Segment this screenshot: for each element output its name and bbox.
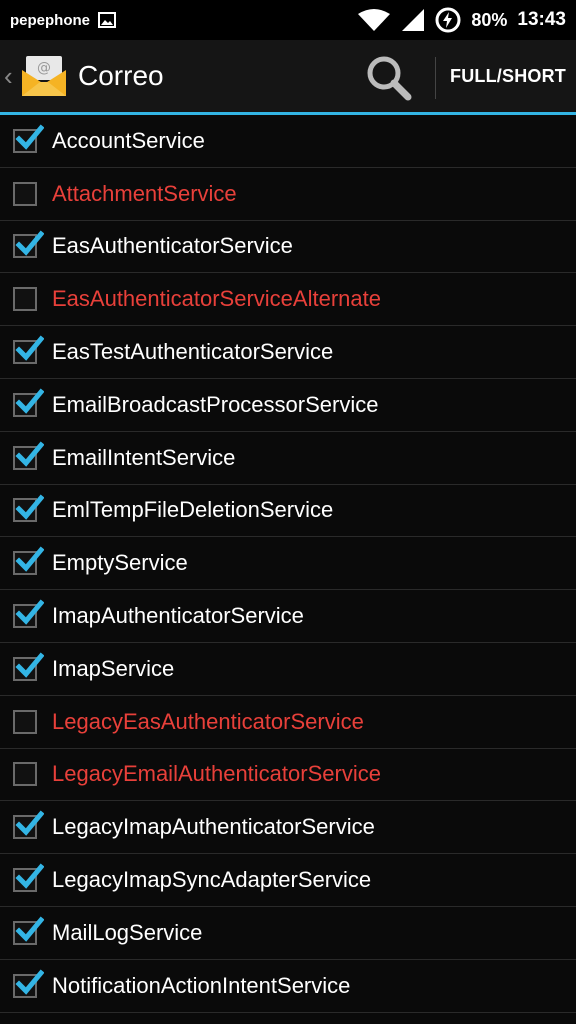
status-bar: pepephone 80% 13:43 [0, 0, 576, 40]
status-right: 80% 13:43 [357, 7, 566, 33]
mail-app-icon[interactable]: @ [20, 54, 68, 98]
service-name: ImapService [52, 655, 175, 681]
service-checkbox[interactable] [13, 762, 37, 787]
list-item[interactable]: NotificationActionIntentService [0, 960, 576, 1013]
full-short-toggle-button[interactable]: FULL/SHORT [450, 66, 566, 87]
service-name: EmailBroadcastProcessorService [52, 391, 379, 417]
service-name: EmptyService [52, 550, 188, 576]
checkmark-icon [15, 546, 44, 573]
service-name: ImapAuthenticatorService [52, 603, 304, 629]
search-icon[interactable] [364, 54, 414, 102]
clock: 13:43 [517, 9, 566, 30]
checkmark-icon [15, 335, 44, 361]
list-item[interactable]: LegacyImapSyncAdapterService [0, 854, 576, 907]
service-name: LegacyImapSyncAdapterService [52, 867, 372, 893]
checkmark-icon [15, 599, 44, 625]
service-name: MailLogService [52, 919, 203, 945]
carrier-name: pepephone [10, 11, 91, 29]
image-notification-icon [98, 12, 117, 28]
signal-icon [402, 9, 425, 31]
list-item[interactable]: EasTestAuthenticatorService [0, 326, 576, 379]
list-item[interactable]: AccountService [0, 115, 576, 168]
list-item[interactable]: EmailIntentService [0, 432, 576, 485]
back-chevron-icon[interactable]: ‹ [4, 61, 18, 92]
page-title: Correo [78, 60, 164, 91]
checkmark-icon [15, 494, 44, 520]
service-checkbox[interactable] [13, 709, 37, 734]
service-name: LegacyEasAuthenticatorService [52, 708, 364, 734]
checkmark-icon [15, 969, 44, 995]
checkmark-icon [15, 810, 44, 837]
service-checkbox[interactable] [13, 287, 37, 312]
action-bar: ‹ @ Correo FULL/SHORT [0, 40, 576, 115]
checkmark-icon [15, 230, 44, 256]
checkmark-icon [15, 124, 44, 150]
list-item[interactable]: EasAuthenticatorServiceAlternate [0, 273, 576, 327]
list-item[interactable]: ImapAuthenticatorService [0, 590, 576, 643]
list-item[interactable]: LegacyEasAuthenticatorService [0, 696, 576, 749]
list-item[interactable]: LegacyImapAuthenticatorService [0, 801, 576, 855]
service-checkbox[interactable] [13, 181, 37, 206]
svg-text:@: @ [37, 60, 51, 76]
service-name: LegacyEmailAuthenticatorService [52, 761, 381, 787]
wifi-icon [358, 9, 391, 31]
service-name: EmlTempFileDeletionService [52, 497, 334, 523]
checkmark-icon [15, 652, 44, 678]
list-item[interactable]: MailLogService [0, 907, 576, 960]
checkmark-icon [15, 388, 44, 414]
service-name: AttachmentService [52, 180, 237, 206]
service-name: EasAuthenticatorServiceAlternate [52, 286, 381, 312]
battery-charging-icon [435, 7, 461, 33]
service-name: EasTestAuthenticatorService [52, 339, 334, 365]
service-name: LegacyImapAuthenticatorService [52, 814, 375, 840]
list-item[interactable]: EasAuthenticatorService [0, 221, 576, 274]
list-item[interactable]: EmlTempFileDeletionService [0, 485, 576, 538]
checkmark-icon [15, 863, 44, 889]
list-item[interactable]: EmptyService [0, 537, 576, 591]
battery-level: 80% [471, 9, 508, 30]
checkmark-icon [15, 441, 44, 467]
list-item[interactable]: AttachmentService [0, 168, 576, 221]
list-item[interactable]: EmailBroadcastProcessorService [0, 379, 576, 432]
list-item[interactable]: LegacyEmailAuthenticatorService [0, 749, 576, 802]
service-name: NotificationActionIntentService [52, 972, 351, 998]
status-left: pepephone [10, 11, 117, 29]
action-divider [435, 57, 436, 99]
service-name: EasAuthenticatorService [52, 233, 293, 259]
checkmark-icon [15, 916, 44, 942]
service-list: AccountService AttachmentService EasAuthen… [0, 115, 576, 1013]
list-item[interactable]: ImapService [0, 643, 576, 696]
service-name: AccountService [52, 127, 205, 153]
service-name: EmailIntentService [52, 444, 236, 470]
